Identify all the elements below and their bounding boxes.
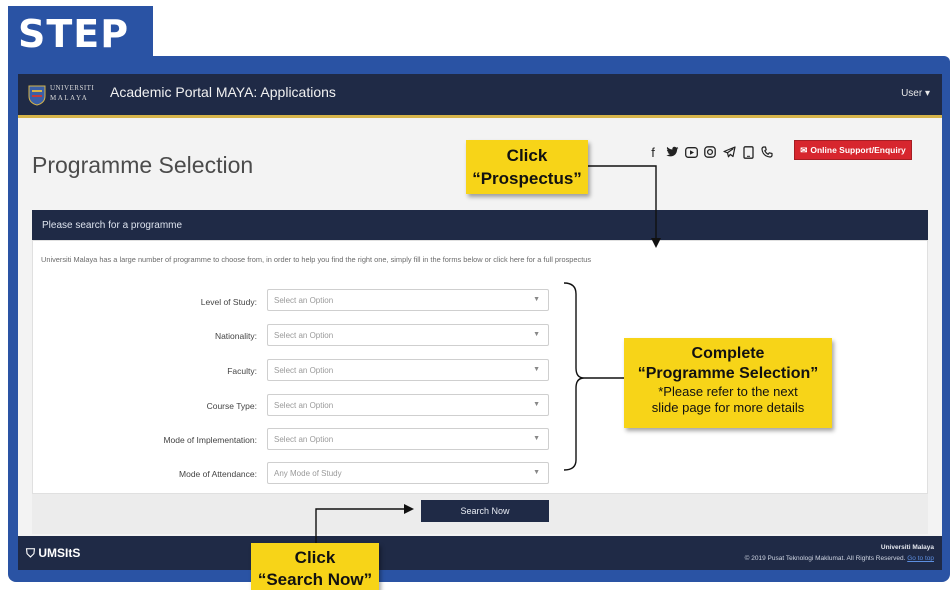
search-panel-header: Please search for a programme [32,210,928,240]
nationality-label: Nationality: [214,331,257,341]
crest-icon [28,85,46,106]
search-now-button[interactable]: Search Now [421,500,549,522]
umsits-logo: ⛉ UMSItS [26,546,81,560]
chevron-down-icon: ▼ [533,435,540,442]
tablet-icon[interactable] [741,144,755,160]
telegram-icon[interactable] [722,144,736,160]
mode-of-implementation-label: Mode of Implementation: [163,435,257,445]
faculty-label: Faculty: [227,366,257,376]
top-navbar: UNIVERSITI MALAYA Academic Portal MAYA: … [18,74,942,118]
page-title: Programme Selection [32,152,254,178]
mode-of-attendance-select[interactable]: Any Mode of Study ▼ [267,462,549,484]
social-icons: f [646,144,774,160]
callout-click-search-now: Click “Search Now” [251,543,379,590]
online-support-button[interactable]: ✉ Online Support/Enquiry [794,140,912,160]
mode-of-implementation-select[interactable]: Select an Option ▼ [267,428,549,450]
instagram-icon[interactable] [703,144,717,160]
chevron-down-icon: ▼ [533,296,540,303]
online-support-label: Online Support/Enquiry [810,145,906,155]
youtube-icon[interactable] [684,144,698,160]
course-type-select[interactable]: Select an Option ▼ [267,394,549,416]
course-type-label: Course Type: [206,401,257,411]
prospectus-link[interactable]: click here [493,255,524,264]
go-to-top-link[interactable]: Go to top [907,555,934,562]
callout-complete-programme-selection: Complete “Programme Selection” *Please r… [624,338,832,428]
intro-text: Universiti Malaya has a large number of … [41,255,592,264]
twitter-icon[interactable] [665,144,679,160]
email-icon: ✉ [800,144,808,155]
footer-copyright: Universiti Malaya © 2019 Pusat Teknologi… [744,544,934,562]
footer-org: Universiti Malaya [880,544,934,551]
graduation-cap-icon: ⛉ [26,546,36,560]
university-logo[interactable]: UNIVERSITI MALAYA [28,82,98,108]
level-of-study-select[interactable]: Select an Option ▼ [267,289,549,311]
logo-text-line2: MALAYA [50,94,89,102]
page-footer: ⛉ UMSItS Universiti Malaya © 2019 Pusat … [18,536,942,570]
faculty-select[interactable]: Select an Option ▼ [267,359,549,381]
nationality-select[interactable]: Select an Option ▼ [267,324,549,346]
facebook-icon[interactable]: f [646,144,660,160]
user-menu[interactable]: User ▾ [901,88,930,99]
level-of-study-label: Level of Study: [200,297,257,307]
chevron-down-icon: ▼ [533,366,540,373]
chevron-down-icon: ▼ [533,401,540,408]
app-title: Academic Portal MAYA: Applications [110,84,336,100]
chevron-down-icon: ▼ [533,331,540,338]
logo-text-line1: UNIVERSITI [50,84,95,92]
callout-click-prospectus: Click “Prospectus” [466,140,588,194]
step-badge: STEP 3 [8,6,153,100]
phone-icon[interactable] [760,144,774,160]
mode-of-attendance-label: Mode of Attendance: [179,469,257,479]
chevron-down-icon: ▼ [533,469,540,476]
